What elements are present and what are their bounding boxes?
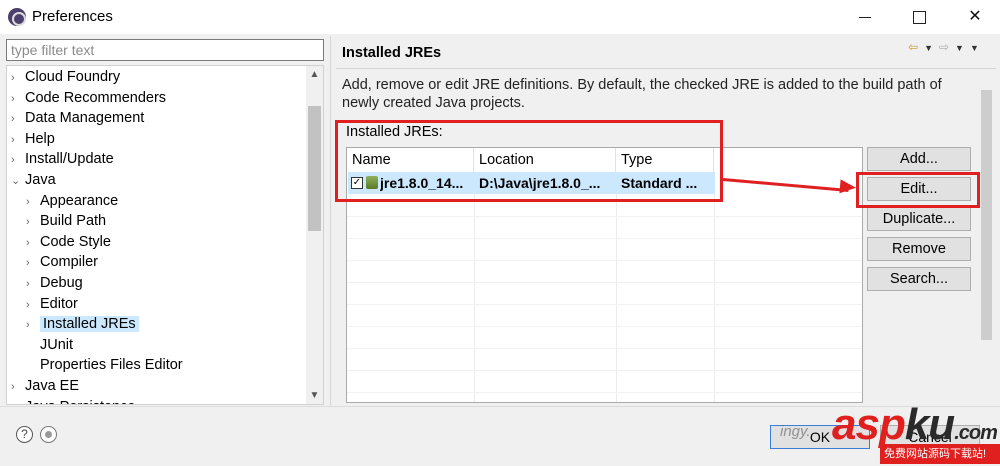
chevron-right-icon[interactable]: › — [11, 398, 25, 404]
tree-item-label: Install/Update — [25, 151, 114, 168]
tree-item[interactable]: › Help — [11, 129, 55, 149]
tree-item-label: Appearance — [40, 192, 119, 209]
record-icon[interactable] — [40, 426, 57, 443]
tree-item-label: Debug — [40, 275, 83, 291]
watermark-logo-ku: ku — [904, 400, 955, 449]
tree-item-label: Build Path — [40, 213, 107, 230]
chevron-right-icon[interactable]: › — [26, 212, 40, 232]
annotation-arrow-icon — [839, 179, 857, 195]
tree-item-label: Java Persistence — [25, 399, 135, 404]
search-button[interactable]: Search... — [867, 267, 971, 291]
forward-dropdown-icon[interactable]: ▼ — [955, 43, 970, 53]
back-dropdown-icon[interactable]: ▼ — [924, 43, 939, 53]
divider — [336, 68, 996, 69]
tree-item-label: Code Recommenders — [25, 89, 167, 106]
grid-line — [347, 304, 862, 305]
grid-line — [347, 348, 862, 349]
window-title: Preferences — [32, 8, 113, 25]
grid-line — [347, 260, 862, 261]
chevron-right-icon[interactable]: › — [11, 89, 25, 109]
chevron-right-icon[interactable]: › — [26, 274, 40, 294]
chevron-right-icon[interactable]: › — [26, 253, 40, 273]
chevron-right-icon[interactable]: › — [26, 192, 40, 212]
tree-item[interactable]: › Data Management — [11, 108, 144, 128]
tree-scrollbar[interactable]: ▲ ▼ — [306, 66, 323, 404]
tree-item[interactable]: › Installed JREs — [26, 314, 139, 334]
tree-item[interactable]: › Code Style — [26, 232, 111, 252]
forward-arrow-icon[interactable]: ⇨ — [939, 40, 955, 54]
tree-item[interactable]: ⌄ Java — [11, 170, 56, 190]
title-bar: Preferences ✕ — [0, 0, 1000, 34]
help-icon[interactable]: ? — [16, 426, 33, 443]
watermark-logo: aspku.com — [832, 400, 998, 450]
chevron-down-icon[interactable]: ⌄ — [11, 171, 25, 191]
filter-input[interactable] — [6, 39, 324, 61]
chevron-right-icon[interactable]: › — [26, 233, 40, 253]
chevron-right-icon[interactable]: › — [26, 295, 40, 315]
page-scroll-thumb[interactable] — [981, 90, 992, 340]
tree-item-label: Help — [25, 130, 55, 147]
tree-item-label: Editor — [40, 295, 78, 312]
grid-line — [347, 282, 862, 283]
chevron-right-icon[interactable]: › — [11, 68, 25, 88]
watermark-text: ingy. — [780, 423, 811, 440]
scroll-thumb[interactable] — [308, 106, 321, 231]
watermark-logo-suffix: .com — [954, 422, 998, 444]
watermark-tagline: 免费网站源码下载站! — [880, 444, 1000, 464]
eclipse-app-icon — [8, 8, 26, 26]
tree-item[interactable]: › Install/Update — [11, 149, 114, 169]
grid-line — [347, 238, 862, 239]
tree-item-label: Java — [25, 172, 56, 188]
remove-button[interactable]: Remove — [867, 237, 971, 261]
tree-item[interactable]: › Java EE — [11, 376, 79, 396]
chevron-right-icon[interactable]: › — [11, 130, 25, 150]
chevron-right-icon[interactable]: › — [11, 109, 25, 129]
tree-item[interactable]: › Compiler — [26, 252, 98, 272]
tree-item-label: Properties Files Editor — [40, 357, 183, 374]
scroll-down-icon[interactable]: ▼ — [306, 387, 323, 404]
maximize-button[interactable] — [894, 0, 944, 34]
minimize-button[interactable] — [840, 0, 890, 34]
grid-line — [347, 370, 862, 371]
watermark-logo-main: asp — [832, 400, 906, 449]
duplicate-button[interactable]: Duplicate... — [867, 207, 971, 231]
tree-item[interactable]: › Debug — [26, 273, 83, 293]
tree-item[interactable]: › Code Recommenders — [11, 88, 166, 108]
tree-item[interactable]: › Appearance — [26, 191, 118, 211]
back-arrow-icon[interactable]: ⇦ — [908, 40, 924, 54]
chevron-right-icon[interactable]: › — [11, 377, 25, 397]
history-nav[interactable]: ⇦▼⇨▼▼ — [908, 40, 985, 54]
tree-item-label: JUnit — [40, 336, 74, 353]
page-description: Add, remove or edit JRE definitions. By … — [342, 77, 942, 111]
tree-item-label: Data Management — [25, 110, 145, 127]
chevron-right-icon[interactable]: › — [11, 150, 25, 170]
close-button[interactable]: ✕ — [950, 0, 1000, 34]
tree-item[interactable]: › Build Path — [26, 211, 106, 231]
chevron-right-icon[interactable]: › — [26, 315, 40, 335]
view-menu-icon[interactable]: ▼ — [970, 43, 985, 53]
tree-item[interactable]: JUnit — [26, 335, 73, 355]
scroll-up-icon[interactable]: ▲ — [306, 66, 323, 83]
tree-item-label: Java EE — [25, 378, 79, 394]
pane-splitter[interactable] — [330, 36, 331, 406]
tree-item-label: Compiler — [40, 254, 99, 271]
tree-item-label: Installed JREs — [40, 316, 139, 333]
add-button[interactable]: Add... — [867, 147, 971, 171]
annotation-box-edit — [856, 172, 980, 208]
tree-item-label: Code Style — [40, 233, 111, 250]
page-scrollbar[interactable] — [978, 70, 995, 405]
tree-item[interactable]: ›Java Persistence — [11, 397, 135, 404]
page-title: Installed JREs — [342, 45, 442, 61]
tree-item-label: Cloud Foundry — [25, 69, 121, 85]
annotation-box-jres — [335, 120, 723, 202]
tree-item[interactable]: › Cloud Foundry — [11, 67, 120, 87]
grid-line — [347, 392, 862, 393]
preferences-tree[interactable]: › Cloud Foundry › Code Recommenders › Data Ma… — [6, 65, 324, 405]
tree-item[interactable]: Properties Files Editor — [26, 355, 183, 375]
tree-item[interactable]: › Editor — [26, 294, 78, 314]
grid-line — [347, 326, 862, 327]
grid-line — [347, 216, 862, 217]
